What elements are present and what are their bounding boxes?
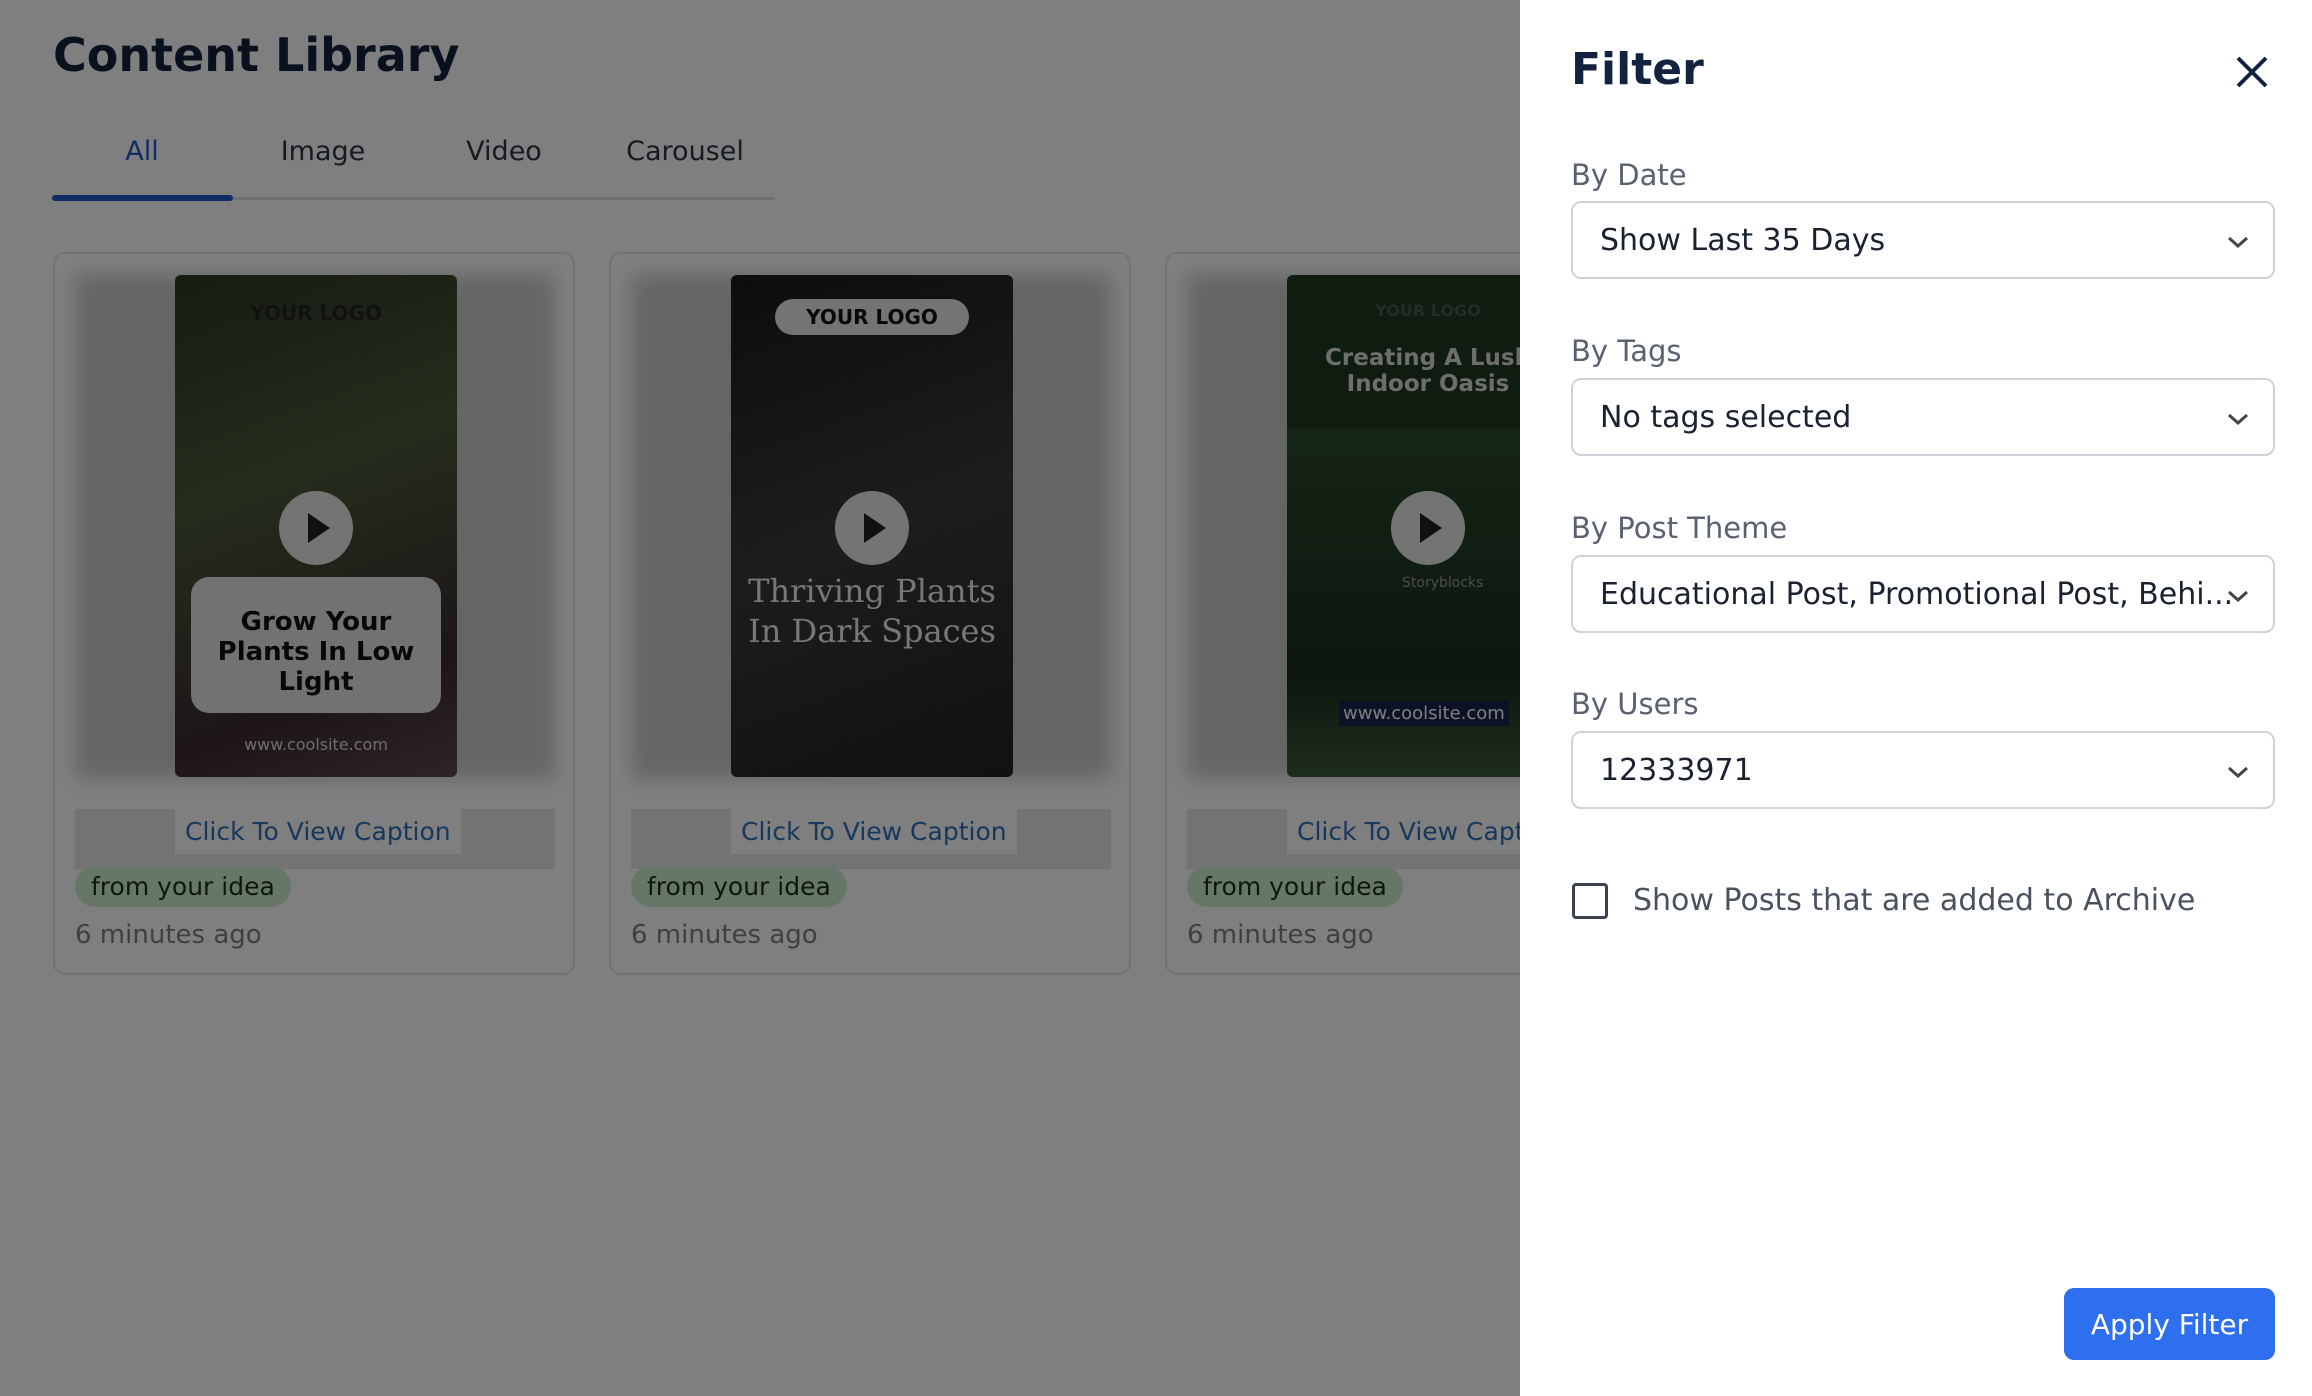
chevron-down-icon: [2228, 413, 2248, 426]
tags-label: By Tags: [1571, 334, 1682, 368]
filter-panel: Filter By Date Show Last 35 Days By Tags…: [1520, 0, 2312, 1396]
users-select[interactable]: 12333971: [1571, 731, 2275, 809]
tags-select[interactable]: No tags selected: [1571, 378, 2275, 456]
theme-select[interactable]: Educational Post, Promotional Post, Behi…: [1571, 555, 2275, 633]
archive-label[interactable]: Show Posts that are added to Archive: [1633, 883, 2195, 918]
date-select[interactable]: Show Last 35 Days: [1571, 201, 2275, 279]
chevron-down-icon: [2228, 590, 2248, 603]
modal-backdrop[interactable]: [0, 0, 1520, 1396]
date-label: By Date: [1571, 158, 1687, 192]
archive-checkbox[interactable]: [1572, 883, 1608, 919]
close-icon[interactable]: [2230, 50, 2274, 94]
filter-title: Filter: [1571, 44, 1704, 95]
chevron-down-icon: [2228, 766, 2248, 779]
theme-label: By Post Theme: [1571, 511, 1788, 545]
apply-filter-button[interactable]: Apply Filter: [2064, 1288, 2275, 1360]
chevron-down-icon: [2228, 236, 2248, 249]
users-label: By Users: [1571, 687, 1699, 721]
